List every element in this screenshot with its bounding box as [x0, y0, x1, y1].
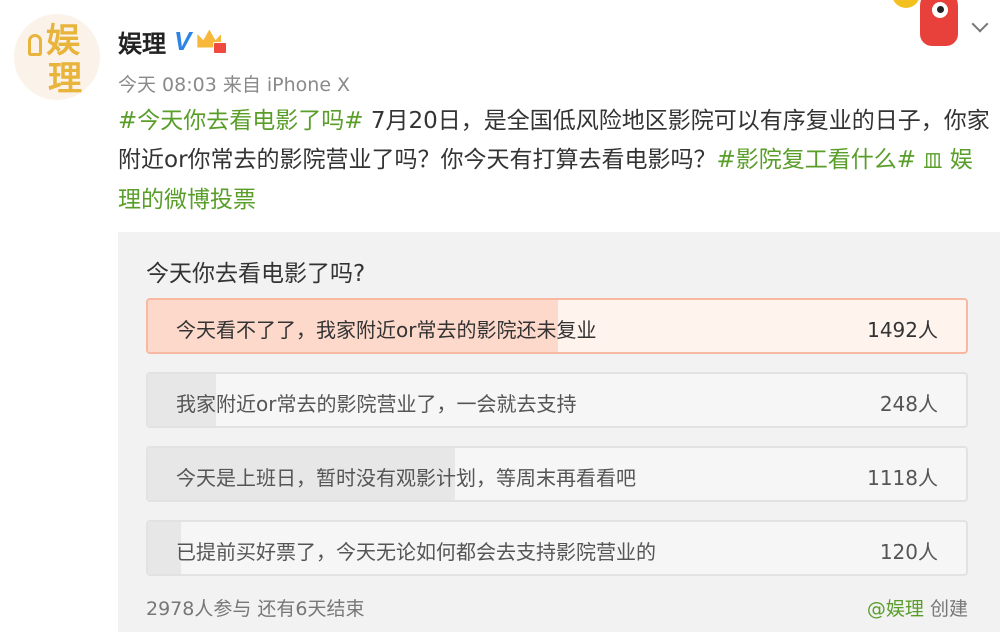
poll-creator-link[interactable]: @娱理 — [867, 598, 924, 620]
chevron-down-icon[interactable] — [971, 15, 989, 33]
avatar-logo-char-1: 娱 — [46, 21, 80, 61]
poll-option-label: 已提前买好票了，今天无论如何都会去支持影院营业的 — [176, 540, 656, 564]
poll-participants: 2978人参与 — [146, 598, 252, 620]
post-body: #今天你去看电影了吗# 7月20日，是全国低风险地区影院可以有序复业的日子，你家… — [118, 102, 994, 220]
mascot-icon — [892, 0, 968, 50]
poll-option-count: 248人 — [879, 392, 938, 416]
poll-created-label: 创建 — [929, 598, 968, 620]
poll-option[interactable]: 今天看不了了，我家附近or常去的影院还未复业 1492人 — [146, 298, 968, 354]
poll-card: 今天你去看电影了吗? 今天看不了了，我家附近or常去的影院还未复业 1492人 … — [118, 232, 1000, 632]
avatar-logo-char-2: 理 — [48, 59, 82, 99]
poll-option[interactable]: 已提前买好票了，今天无论如何都会去支持影院营业的 120人 — [146, 520, 968, 576]
poll-option[interactable]: 今天是上班日，暂时没有观影计划，等周末再看看吧 1118人 — [146, 446, 968, 502]
poll-option[interactable]: 我家附近or常去的影院营业了，一会就去支持 248人 — [146, 372, 968, 428]
poll-remaining: 还有6天结束 — [257, 598, 365, 620]
poll-option-label: 今天是上班日，暂时没有观影计划，等周末再看看吧 — [176, 466, 636, 490]
poll-creator: @娱理 创建 — [867, 594, 968, 621]
poll-option-label: 我家附近or常去的影院营业了，一会就去支持 — [176, 392, 577, 416]
poll-option-label: 今天看不了了，我家附近or常去的影院还未复业 — [176, 318, 597, 342]
poll-option-count: 120人 — [879, 540, 938, 564]
poll-option-count: 1492人 — [867, 318, 938, 342]
post-time[interactable]: 今天 08:03 — [118, 74, 217, 96]
post-source: 来自 iPhone X — [222, 74, 351, 96]
poll-option-count: 1118人 — [867, 466, 938, 490]
vip-crown-icon[interactable] — [197, 29, 228, 54]
avatar[interactable]: 娱 理 — [14, 14, 100, 100]
post-meta: 今天 08:03 来自 iPhone X — [118, 70, 350, 97]
post-header: 娱理 V — [118, 24, 228, 59]
topic-link[interactable]: #影院复工看什么# — [717, 147, 917, 173]
verified-icon: V — [174, 26, 192, 56]
poll-link-icon: 皿 — [923, 150, 943, 172]
topic-link[interactable]: #今天你去看电影了吗# — [118, 108, 364, 134]
username[interactable]: 娱理 — [118, 24, 166, 59]
lightbulb-icon — [28, 34, 42, 56]
poll-question: 今天你去看电影了吗? — [146, 261, 366, 287]
poll-stats: 2978人参与 还有6天结束 — [146, 594, 365, 621]
